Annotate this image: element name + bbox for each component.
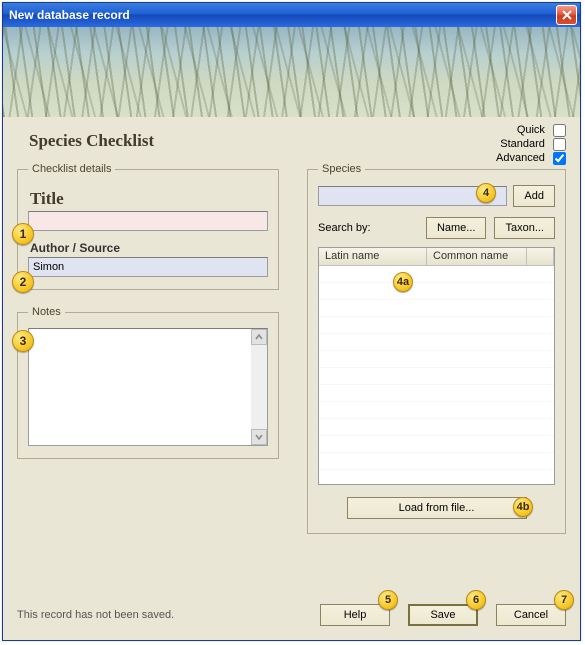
col-common-name[interactable]: Common name <box>427 248 527 265</box>
help-button[interactable]: Help <box>320 604 390 626</box>
notes-textarea[interactable] <box>28 328 268 446</box>
scroll-up-button[interactable] <box>251 329 267 345</box>
mode-quick-checkbox[interactable] <box>553 124 566 137</box>
chevron-up-icon <box>255 333 263 341</box>
titlebar[interactable]: New database record <box>3 3 580 27</box>
author-input[interactable] <box>28 257 268 277</box>
grid-header: Latin name Common name <box>319 248 554 266</box>
author-label: Author / Source <box>30 241 268 255</box>
title-label: Title <box>30 189 268 209</box>
notes-legend: Notes <box>28 306 65 318</box>
col-spacer <box>527 248 554 265</box>
load-from-file-button[interactable]: Load from file... <box>347 497 527 519</box>
search-taxon-button[interactable]: Taxon... <box>494 217 555 239</box>
species-grid[interactable]: Latin name Common name 4a <box>318 247 555 485</box>
species-input[interactable] <box>318 186 507 206</box>
window-title: New database record <box>9 8 556 22</box>
scroll-down-button[interactable] <box>251 429 267 445</box>
mode-standard-checkbox[interactable] <box>553 138 566 151</box>
cancel-button[interactable]: Cancel <box>496 604 566 626</box>
search-by-label: Search by: <box>318 222 418 234</box>
notes-scrollbar[interactable] <box>251 329 267 445</box>
close-button[interactable] <box>556 5 577 25</box>
search-name-button[interactable]: Name... <box>426 217 487 239</box>
col-latin-name[interactable]: Latin name <box>319 248 427 265</box>
window: New database record Quick Standard Advan… <box>2 2 581 641</box>
grid-body[interactable] <box>319 266 554 484</box>
species-legend: Species <box>318 163 365 175</box>
status-text: This record has not been saved. <box>17 609 302 621</box>
notes-group: Notes 3 <box>17 306 279 459</box>
bottom-bar: This record has not been saved. Help 5 S… <box>17 604 566 626</box>
mode-switcher: Quick Standard Advanced <box>496 123 566 165</box>
page-title: Species Checklist <box>17 125 566 163</box>
close-icon <box>562 10 572 20</box>
checklist-details-group: Checklist details Title 1 Author / Sourc… <box>17 163 279 290</box>
mode-standard[interactable]: Standard <box>496 137 566 151</box>
banner-image <box>3 27 580 117</box>
title-input[interactable] <box>28 211 268 231</box>
checklist-legend: Checklist details <box>28 163 115 175</box>
content-area: Quick Standard Advanced Species Checklis… <box>3 117 580 640</box>
save-button[interactable]: Save <box>408 604 478 626</box>
species-group: Species 4 Add Search by: Name... Taxon..… <box>307 163 566 534</box>
mode-quick[interactable]: Quick <box>496 123 566 137</box>
add-button[interactable]: Add <box>513 185 555 207</box>
chevron-down-icon <box>255 433 263 441</box>
